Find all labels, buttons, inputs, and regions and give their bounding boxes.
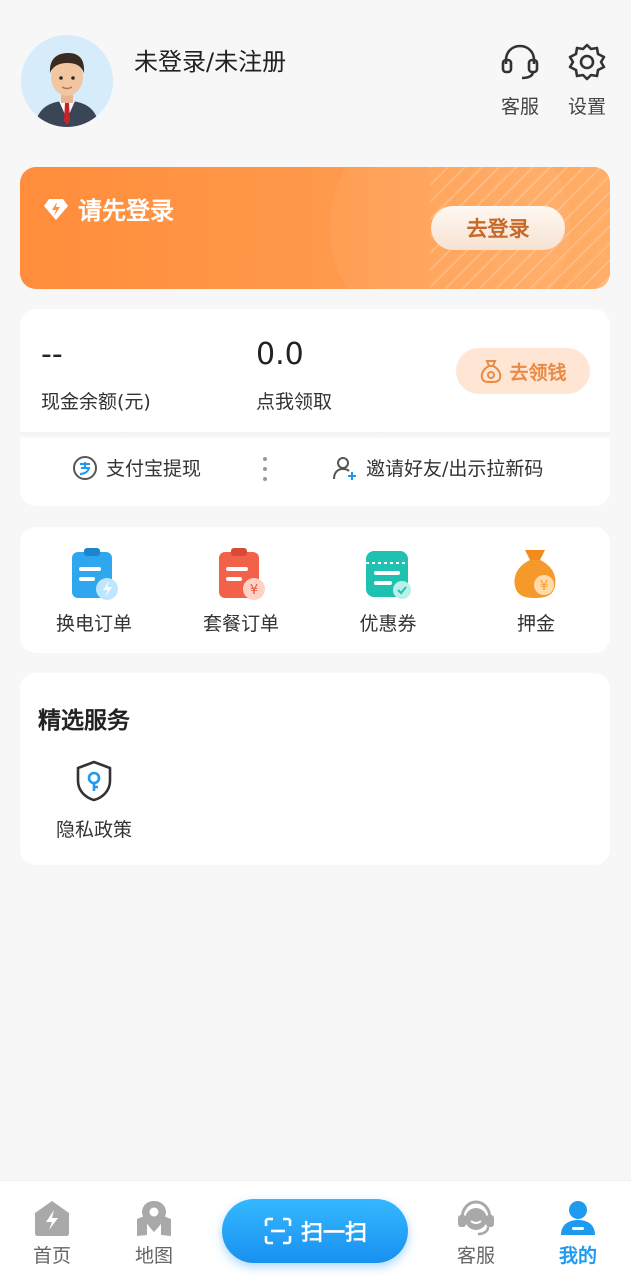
cash-balance-caption: 现金余额(元) xyxy=(41,391,151,413)
user-icon xyxy=(561,1201,595,1235)
swap-battery-order-label: 换电订单 xyxy=(55,613,132,635)
banner-title-text: 请先登录 xyxy=(78,197,174,225)
get-money-button[interactable]: 去领钱 xyxy=(456,348,590,394)
headset-icon xyxy=(501,44,539,80)
alipay-icon xyxy=(73,455,97,480)
svg-text:¥: ¥ xyxy=(540,579,548,594)
map-pin-icon xyxy=(137,1201,171,1236)
scan-label: 扫一扫 xyxy=(300,1221,367,1246)
wallet-card: -- 现金余额(元) 0.0 点我领取 去领钱 支付宝提现 邀请好友/出示拉新码 xyxy=(20,309,610,506)
deposit-label: 押金 xyxy=(516,613,555,635)
scan-icon xyxy=(264,1217,292,1245)
svg-text:¥: ¥ xyxy=(250,583,258,598)
tab-me-label: 我的 xyxy=(558,1245,597,1267)
package-order-label: 套餐订单 xyxy=(202,613,279,635)
more-vertical-icon xyxy=(262,457,268,481)
customer-service-icon xyxy=(458,1200,494,1236)
package-order-icon: ¥ xyxy=(219,548,265,600)
tab-me[interactable]: 我的 xyxy=(543,1199,613,1268)
featured-services-title: 精选服务 xyxy=(38,708,130,734)
privacy-policy-item[interactable]: 隐私政策 xyxy=(40,759,148,842)
package-order-item[interactable]: ¥ 套餐订单 xyxy=(181,547,301,636)
wallet-divider xyxy=(20,432,610,438)
swap-battery-order-item[interactable]: 换电订单 xyxy=(34,547,154,636)
alipay-withdraw-button[interactable]: 支付宝提现 xyxy=(72,454,201,481)
featured-services-card: 精选服务 隐私政策 xyxy=(20,673,610,865)
tab-home-label: 首页 xyxy=(32,1245,71,1267)
diamond-icon xyxy=(44,198,68,220)
profile-header: 未登录/未注册 客服 设置 xyxy=(0,0,631,150)
coupon-label: 优惠券 xyxy=(359,613,417,635)
bottom-tab-bar: 首页 地图 扫一扫 客服 我的 xyxy=(0,1180,631,1280)
add-user-icon xyxy=(333,456,356,480)
settings-button[interactable]: 设置 xyxy=(559,42,615,119)
claim-reward[interactable]: 0.0 点我领取 xyxy=(256,337,332,414)
scan-button[interactable]: 扫一扫 xyxy=(222,1199,408,1263)
invite-friends-label: 邀请好友/出示拉新码 xyxy=(366,458,544,480)
swap-battery-order-icon xyxy=(72,548,118,600)
go-login-button[interactable]: 去登录 xyxy=(431,206,565,250)
alipay-withdraw-label: 支付宝提现 xyxy=(106,458,202,480)
deposit-item[interactable]: ¥ 押金 xyxy=(476,547,596,636)
home-bolt-icon xyxy=(35,1201,69,1236)
cash-balance[interactable]: -- 现金余额(元) xyxy=(41,337,151,414)
get-money-label: 去领钱 xyxy=(509,361,567,384)
claim-reward-caption: 点我领取 xyxy=(256,391,333,413)
avatar[interactable] xyxy=(21,35,113,127)
login-status-text[interactable]: 未登录/未注册 xyxy=(134,42,286,77)
tab-map-label: 地图 xyxy=(134,1245,173,1267)
coupon-item[interactable]: 优惠券 xyxy=(328,547,448,636)
tab-customer-service[interactable]: 客服 xyxy=(441,1199,511,1268)
money-bag-icon xyxy=(481,360,502,384)
invite-friends-button[interactable]: 邀请好友/出示拉新码 xyxy=(332,454,543,481)
settings-label: 设置 xyxy=(567,96,606,118)
customer-service-label: 客服 xyxy=(500,96,539,118)
banner-title: 请先登录 xyxy=(42,191,174,226)
tab-map[interactable]: 地图 xyxy=(119,1199,189,1268)
deposit-bag-icon: ¥ xyxy=(514,550,556,598)
privacy-policy-label: 隐私政策 xyxy=(55,819,132,841)
user-avatar-icon xyxy=(21,35,113,127)
privacy-shield-icon xyxy=(76,760,112,802)
coupon-icon xyxy=(366,551,411,599)
tab-home[interactable]: 首页 xyxy=(17,1199,87,1268)
customer-service-button[interactable]: 客服 xyxy=(492,42,548,119)
orders-grid: 换电订单 ¥ 套餐订单 优惠券 ¥ 押金 xyxy=(20,527,610,653)
gear-icon xyxy=(568,43,606,81)
claim-reward-value: 0.0 xyxy=(256,337,304,372)
tab-customer-service-label: 客服 xyxy=(456,1245,495,1267)
cash-balance-value: -- xyxy=(41,337,63,372)
